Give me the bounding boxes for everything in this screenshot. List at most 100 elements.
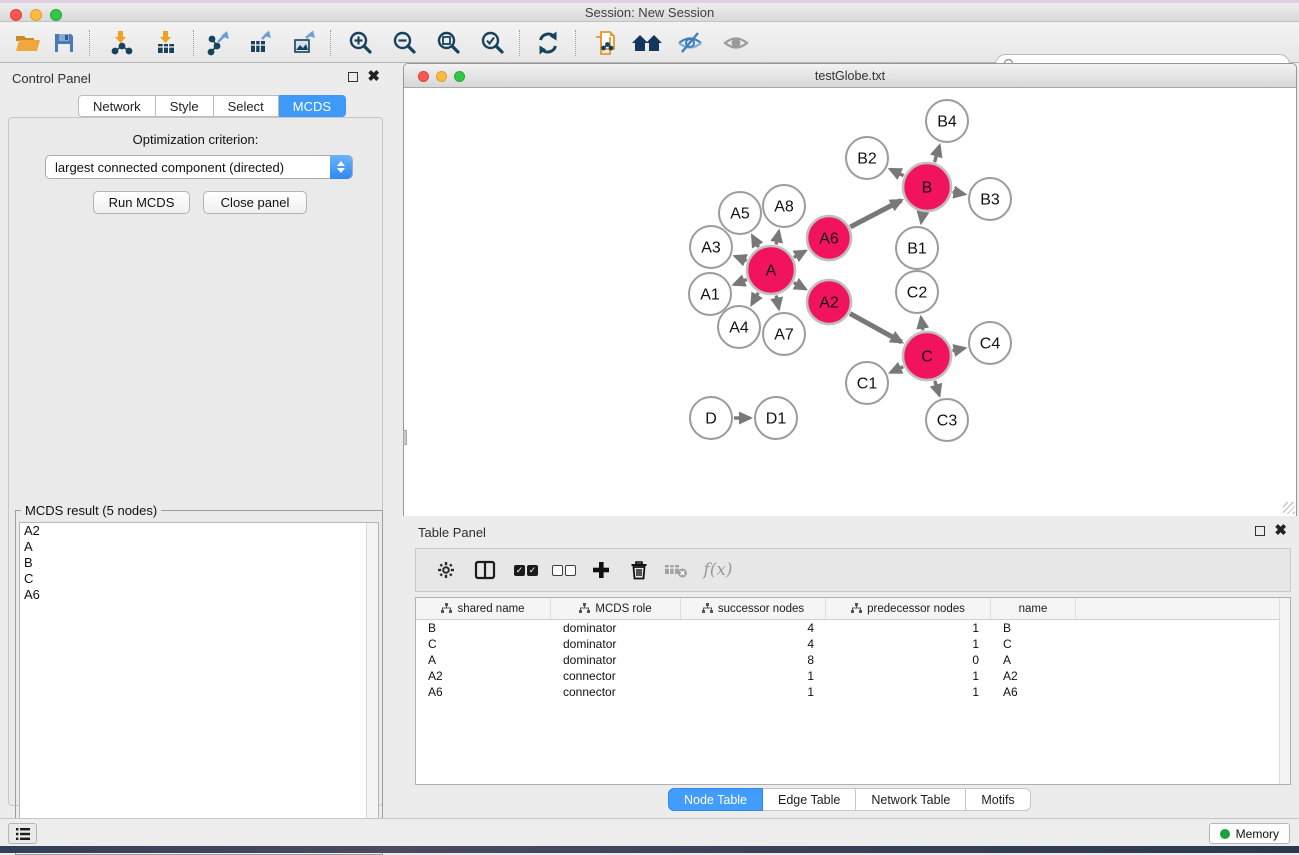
task-history-button[interactable]: [8, 823, 37, 844]
edge-A-A4[interactable]: [752, 293, 759, 305]
network-graph[interactable]: B4B2BB3A8A5A6A3B1AC2A1A2A4A7C4CC1DD1C3: [404, 89, 1296, 516]
tab-motifs[interactable]: Motifs: [966, 788, 1030, 811]
tab-network[interactable]: Network: [78, 95, 156, 117]
cell-name[interactable]: A2: [991, 669, 1076, 683]
column-header-shared-name[interactable]: shared name: [416, 598, 551, 619]
edge-A-A7[interactable]: [776, 295, 779, 308]
cell-successor-nodes[interactable]: 8: [681, 653, 826, 667]
maximize-network-button[interactable]: [454, 71, 465, 82]
zoom-in-icon[interactable]: [343, 26, 379, 59]
cell-predecessor-nodes[interactable]: 1: [826, 669, 991, 683]
result-scrollbar[interactable]: [366, 523, 378, 850]
close-network-button[interactable]: [418, 71, 429, 82]
cell-mcds-role[interactable]: connector: [551, 669, 681, 683]
float-panel-icon[interactable]: [348, 72, 358, 82]
table-row[interactable]: Cdominator41C: [416, 636, 1290, 652]
table-scrollbar[interactable]: [1279, 598, 1290, 784]
result-item[interactable]: A: [20, 539, 378, 555]
show-columns-icon[interactable]: [469, 549, 501, 591]
minimize-window-button[interactable]: [30, 9, 42, 21]
splitter-handle[interactable]: [403, 430, 407, 445]
cell-successor-nodes[interactable]: 1: [681, 685, 826, 699]
export-image-icon[interactable]: [287, 26, 323, 59]
tab-style[interactable]: Style: [156, 95, 214, 117]
zoom-selected-icon[interactable]: [475, 26, 511, 59]
select-all-icon[interactable]: ✓✓: [509, 549, 543, 591]
edge-C-C2[interactable]: [921, 318, 923, 331]
cell-predecessor-nodes[interactable]: 0: [826, 653, 991, 667]
edge-A-A8[interactable]: [776, 231, 779, 244]
criterion-select[interactable]: largest connected component (directed): [45, 155, 353, 179]
save-session-icon[interactable]: [46, 26, 82, 59]
close-panel-button[interactable]: Close panel: [203, 191, 307, 214]
tab-node-table[interactable]: Node Table: [668, 788, 763, 811]
float-table-panel-icon[interactable]: [1255, 526, 1265, 536]
edge-C-C1[interactable]: [891, 367, 904, 373]
close-panel-icon[interactable]: ✖: [367, 72, 380, 82]
close-table-panel-icon[interactable]: ✖: [1274, 526, 1287, 536]
result-item[interactable]: A2: [20, 523, 378, 539]
open-file-icon[interactable]: [10, 26, 46, 59]
cell-shared-name[interactable]: A: [416, 653, 551, 667]
refresh-icon[interactable]: [530, 26, 566, 59]
cell-predecessor-nodes[interactable]: 1: [826, 685, 991, 699]
clone-network-icon[interactable]: [587, 26, 623, 59]
cell-mcds-role[interactable]: dominator: [551, 621, 681, 635]
cell-shared-name[interactable]: B: [416, 621, 551, 635]
edge-C-C3[interactable]: [935, 381, 939, 395]
zoom-fit-icon[interactable]: [431, 26, 467, 59]
tab-edge-table[interactable]: Edge Table: [763, 788, 856, 811]
cell-name[interactable]: B: [991, 621, 1076, 635]
cell-successor-nodes[interactable]: 1: [681, 669, 826, 683]
cell-predecessor-nodes[interactable]: 1: [826, 637, 991, 651]
run-mcds-button[interactable]: Run MCDS: [93, 191, 190, 214]
network-canvas[interactable]: B4B2BB3A8A5A6A3B1AC2A1A2A4A7C4CC1DD1C3: [404, 89, 1296, 516]
result-item[interactable]: B: [20, 555, 378, 571]
mcds-result-list[interactable]: A2ABCA6: [19, 522, 379, 851]
edge-B-B2[interactable]: [890, 169, 903, 175]
tab-mcds[interactable]: MCDS: [279, 95, 346, 117]
deselect-all-icon[interactable]: [547, 549, 581, 591]
delete-row-icon[interactable]: [622, 549, 656, 591]
table-row[interactable]: A2connector11A2: [416, 668, 1290, 684]
cell-shared-name[interactable]: A2: [416, 669, 551, 683]
window-resize-grip[interactable]: [1283, 502, 1295, 514]
column-header-name[interactable]: name: [991, 598, 1076, 619]
result-item[interactable]: C: [20, 571, 378, 587]
node-table[interactable]: shared nameMCDS rolesuccessor nodesprede…: [415, 597, 1291, 785]
edge-B-B3[interactable]: [953, 192, 965, 194]
import-table-icon[interactable]: [148, 26, 184, 59]
add-row-icon[interactable]: [584, 549, 618, 591]
cell-name[interactable]: A: [991, 653, 1076, 667]
edge-B-B4[interactable]: [935, 146, 940, 162]
cell-name[interactable]: C: [991, 637, 1076, 651]
cell-mcds-role[interactable]: dominator: [551, 653, 681, 667]
export-table-icon[interactable]: [243, 26, 279, 59]
cell-mcds-role[interactable]: dominator: [551, 637, 681, 651]
edge-A2-C[interactable]: [850, 314, 902, 342]
cell-shared-name[interactable]: C: [416, 637, 551, 651]
show-eye-icon[interactable]: [718, 26, 754, 59]
cell-mcds-role[interactable]: connector: [551, 685, 681, 699]
cell-successor-nodes[interactable]: 4: [681, 637, 826, 651]
table-row[interactable]: Adominator80A: [416, 652, 1290, 668]
import-network-icon[interactable]: [103, 26, 139, 59]
edge-A6-B[interactable]: [850, 200, 901, 227]
column-header-predecessor-nodes[interactable]: predecessor nodes: [826, 598, 991, 619]
column-header-successor-nodes[interactable]: successor nodes: [681, 598, 826, 619]
export-network-icon[interactable]: [201, 26, 237, 59]
cell-predecessor-nodes[interactable]: 1: [826, 621, 991, 635]
close-window-button[interactable]: [10, 9, 22, 21]
edge-B-B1[interactable]: [921, 213, 923, 223]
minimize-network-button[interactable]: [436, 71, 447, 82]
table-row[interactable]: Bdominator41B: [416, 620, 1290, 636]
hide-panel-icon[interactable]: [672, 26, 708, 59]
cell-shared-name[interactable]: A6: [416, 685, 551, 699]
cell-successor-nodes[interactable]: 4: [681, 621, 826, 635]
edge-A-A2[interactable]: [794, 283, 806, 289]
home-icon[interactable]: [629, 26, 665, 59]
edge-A-A3[interactable]: [735, 256, 746, 260]
tab-network-table[interactable]: Network Table: [856, 788, 966, 811]
edge-A-A5[interactable]: [752, 236, 758, 247]
edge-A-A1[interactable]: [734, 280, 747, 285]
